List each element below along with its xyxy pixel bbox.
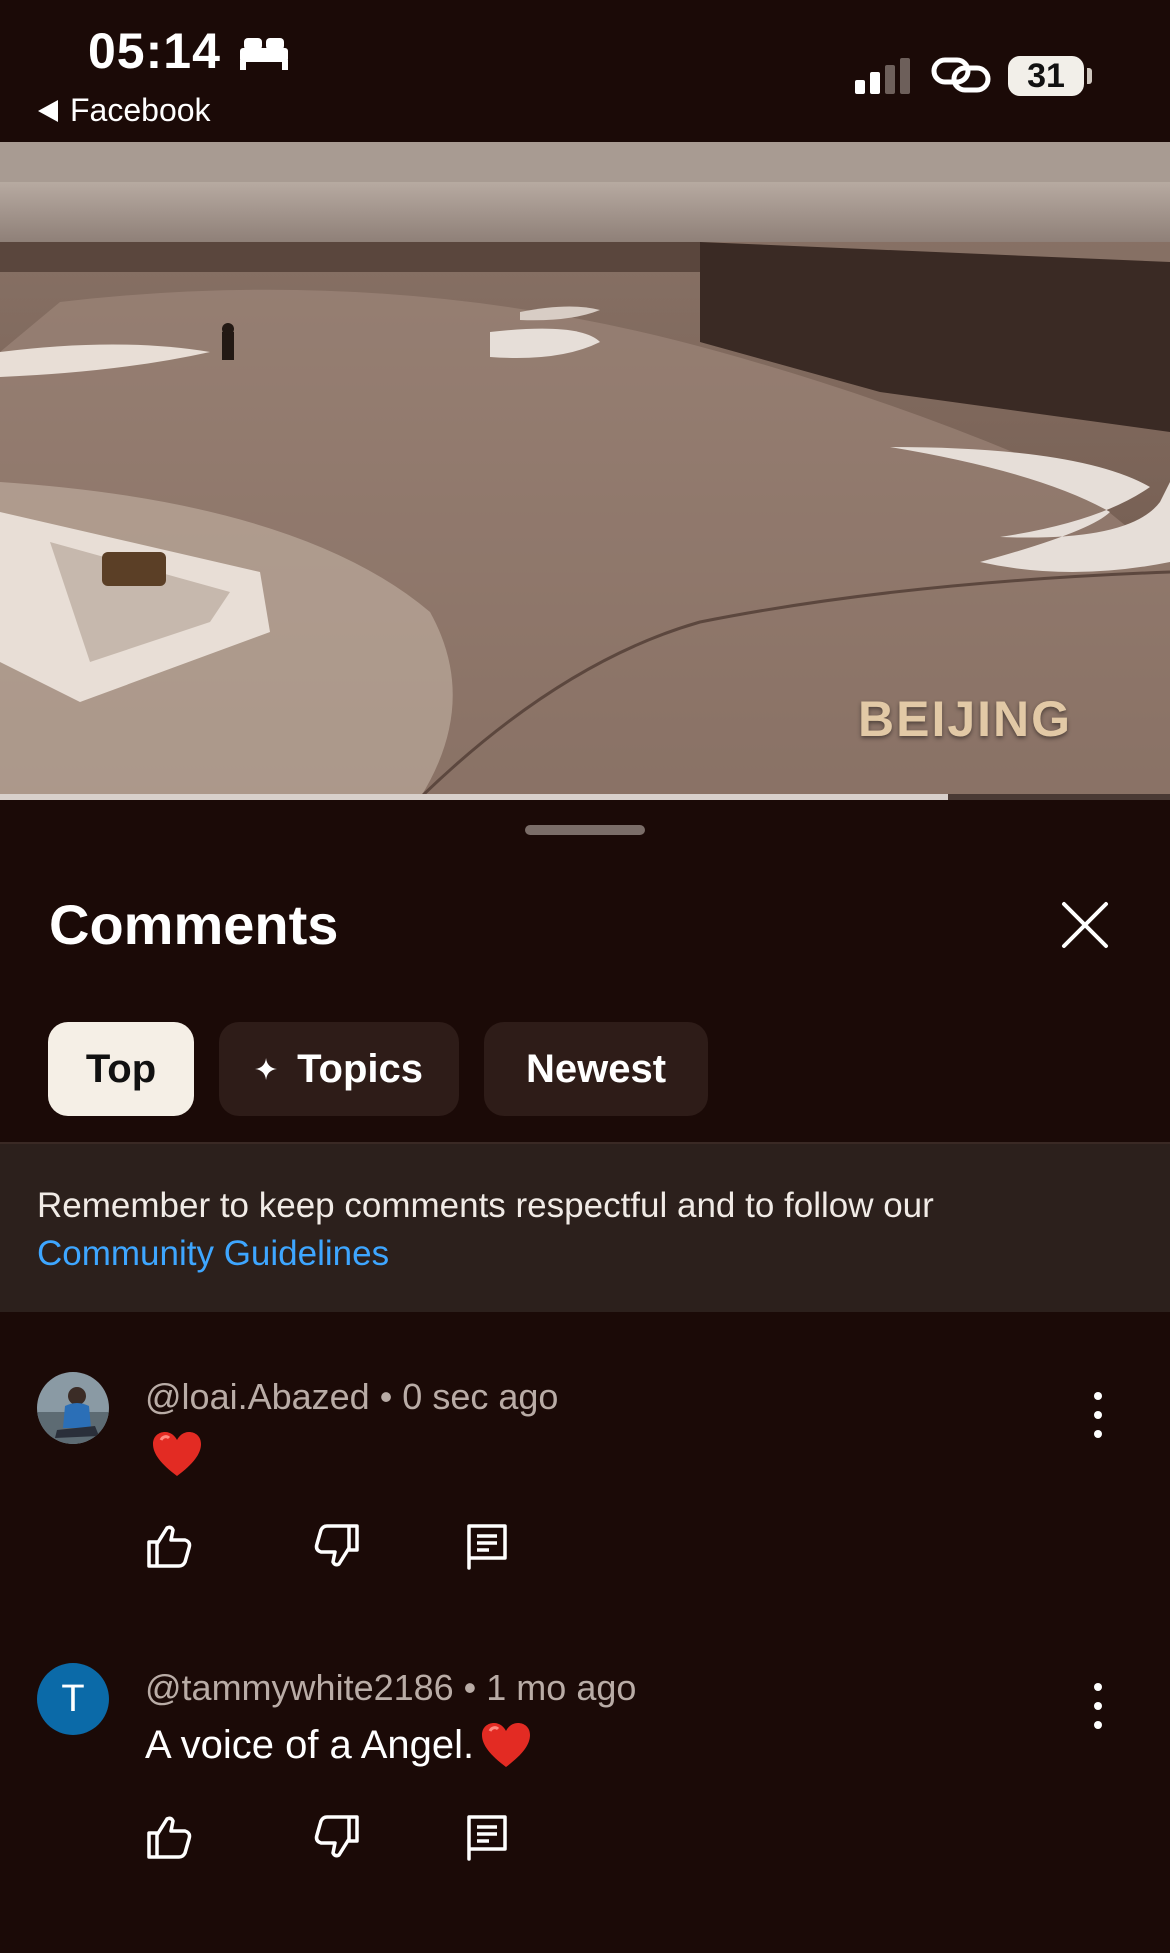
like-icon[interactable] — [145, 1522, 193, 1570]
dislike-icon[interactable] — [313, 1522, 361, 1570]
comment-item: T @tammywhite2186 • 1 mo ago A voice of a … — [0, 1663, 1170, 1953]
meta-separator: • — [379, 1376, 393, 1417]
back-app-label: Facebook — [70, 92, 211, 128]
more-options-icon[interactable] — [1080, 1388, 1116, 1442]
comment-text: A voice of a Angel. — [145, 1721, 532, 1769]
chip-top-label: Top — [85, 1046, 157, 1091]
chip-top[interactable]: Top — [48, 1022, 194, 1116]
comments-sheet: Comments Top Topics Newest Remember to k… — [0, 800, 1170, 1911]
reply-icon[interactable] — [463, 1813, 511, 1861]
chip-newest[interactable]: Newest — [484, 1022, 708, 1116]
chip-newest-label: Newest — [525, 1046, 667, 1091]
avatar-letter: T — [61, 1677, 85, 1720]
sleep-bed-icon — [240, 38, 288, 70]
video-player[interactable]: BEIJING — [0, 142, 1170, 798]
comment-author[interactable]: @loai.Abazed — [145, 1376, 370, 1417]
comments-title: Comments — [49, 893, 339, 956]
heart-emoji-icon — [153, 1432, 201, 1476]
personal-hotspot-link-icon — [931, 57, 991, 93]
comment-time: 1 mo ago — [486, 1667, 637, 1708]
avatar[interactable] — [37, 1372, 109, 1444]
reply-icon[interactable] — [463, 1522, 511, 1570]
comment-author[interactable]: @tammywhite2186 — [145, 1667, 454, 1708]
comment-body: A voice of a Angel. — [145, 1722, 475, 1767]
cellular-signal-icon — [855, 58, 910, 94]
comment-meta: @loai.Abazed • 0 sec ago — [145, 1376, 558, 1418]
video-caption: BEIJING — [858, 691, 1073, 747]
dislike-icon[interactable] — [313, 1813, 361, 1861]
comment-item: @loai.Abazed • 0 sec ago — [0, 1372, 1170, 1662]
close-icon[interactable] — [1060, 900, 1110, 950]
notice-message: Remember to keep comments respectful and… — [37, 1186, 934, 1225]
comment-time: 0 sec ago — [402, 1376, 559, 1417]
heart-emoji-icon — [482, 1723, 531, 1767]
battery-nub — [1087, 68, 1092, 84]
status-bar: 05:14 Facebook 31 — [0, 0, 1170, 142]
meta-separator: • — [463, 1667, 477, 1708]
chip-topics-label: Topics — [297, 1046, 423, 1091]
avatar[interactable]: T — [37, 1663, 109, 1735]
community-guidelines-link[interactable]: Community Guidelines — [37, 1234, 389, 1273]
chip-topics[interactable]: Topics — [219, 1022, 459, 1116]
sort-chips: Top Topics Newest — [48, 1022, 708, 1116]
comment-meta: @tammywhite2186 • 1 mo ago — [145, 1667, 636, 1709]
sheet-drag-handle[interactable] — [525, 825, 645, 835]
like-icon[interactable] — [145, 1813, 193, 1861]
back-to-app-link[interactable]: Facebook — [38, 92, 211, 129]
back-arrow-icon — [38, 99, 58, 122]
battery-indicator: 31 — [1008, 56, 1084, 96]
notice-text: Remember to keep comments respectful and… — [37, 1182, 1137, 1278]
avatar-photo — [37, 1372, 109, 1444]
more-options-icon[interactable] — [1080, 1679, 1116, 1733]
status-time: 05:14 — [88, 23, 221, 79]
guidelines-notice: Remember to keep comments respectful and… — [0, 1144, 1170, 1312]
comment-text — [145, 1430, 203, 1478]
sparkle-icon — [255, 1057, 278, 1081]
